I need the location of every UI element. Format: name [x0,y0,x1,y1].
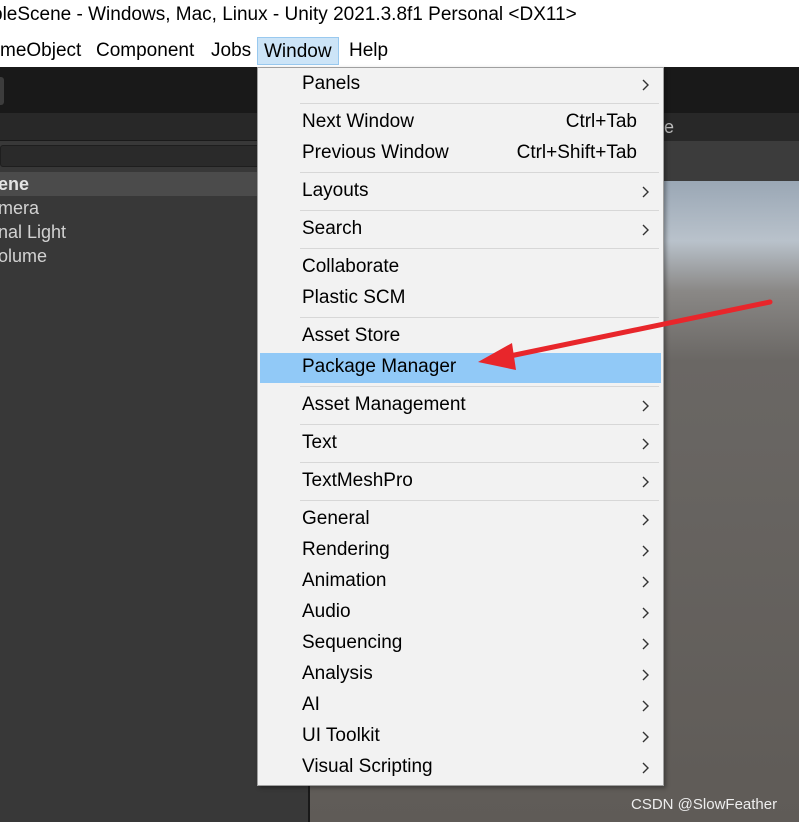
menu-item-asset-management[interactable]: Asset Management [260,391,661,421]
window-title: pleScene - Windows, Mac, Linux - Unity 2… [0,4,577,25]
chevron-right-icon [642,576,649,588]
menu-item-ui-toolkit[interactable]: UI Toolkit [260,722,661,752]
chevron-right-icon [642,514,649,526]
menu-item-label: AI [302,694,320,715]
menu-item-label: Text [302,432,337,453]
chevron-right-icon [642,545,649,557]
menu-item-audio[interactable]: Audio [260,598,661,628]
watermark: CSDN @SlowFeather [631,796,778,813]
chevron-right-icon [642,762,649,774]
menu-item-sequencing[interactable]: Sequencing [260,629,661,659]
menu-item-next-window[interactable]: Next Window Ctrl+Tab [260,108,661,138]
chevron-right-icon [642,186,649,198]
menu-item-visual-scripting[interactable]: Visual Scripting [260,753,661,783]
menu-separator [300,103,659,104]
menu-item-panels[interactable]: Panels [260,70,661,100]
toolbar-button[interactable] [0,77,4,105]
menu-component[interactable]: Component [90,37,200,65]
menu-item-collaborate[interactable]: Collaborate [260,253,661,283]
chevron-right-icon [642,731,649,743]
menu-item-label: Asset Store [302,325,401,346]
menu-item-rendering[interactable]: Rendering [260,536,661,566]
chevron-right-icon [642,438,649,450]
menu-item-shortcut: Ctrl+Tab [565,111,637,132]
hierarchy-row-label: nal Light [0,222,67,242]
menu-item-label: Previous Window [302,142,449,163]
hierarchy-row-label: ene [0,174,30,194]
menu-separator [300,424,659,425]
menu-item-label: Plastic SCM [302,287,406,308]
chevron-right-icon [642,607,649,619]
title-bar: pleScene - Windows, Mac, Linux - Unity 2… [0,0,799,34]
menu-item-label: Asset Management [302,394,466,415]
menu-item-text[interactable]: Text [260,429,661,459]
window-menu-dropdown: Panels Next Window Ctrl+Tab Previous Win… [257,67,664,786]
chevron-right-icon [642,700,649,712]
menu-separator [300,500,659,501]
menu-separator [300,386,659,387]
menu-item-label: Sequencing [302,632,403,653]
chevron-right-icon [642,476,649,488]
menu-separator [300,248,659,249]
menu-item-label: Analysis [302,663,373,684]
menu-item-animation[interactable]: Animation [260,567,661,597]
menu-item-asset-store[interactable]: Asset Store [260,322,661,352]
menu-item-label: UI Toolkit [302,725,380,746]
menu-separator [300,172,659,173]
menu-separator [300,317,659,318]
scene-tab-label[interactable]: e [664,117,674,138]
chevron-right-icon [642,638,649,650]
hierarchy-search-input[interactable] [0,145,300,167]
menu-item-label: Panels [302,73,361,94]
menu-item-previous-window[interactable]: Previous Window Ctrl+Shift+Tab [260,139,661,169]
menu-separator [300,462,659,463]
menu-item-general[interactable]: General [260,505,661,535]
chevron-right-icon [642,669,649,681]
menu-item-layouts[interactable]: Layouts [260,177,661,207]
menu-item-textmeshpro[interactable]: TextMeshPro [260,467,661,497]
menu-gameobject[interactable]: meObject [0,37,87,65]
menu-item-plastic-scm[interactable]: Plastic SCM [260,284,661,314]
hierarchy-row-label: mera [0,198,40,218]
hierarchy-row-label: olume [0,246,48,266]
menu-item-label: Rendering [302,539,390,560]
menu-item-package-manager[interactable]: Package Manager [260,353,661,383]
menu-item-label: Next Window [302,111,414,132]
menu-item-label: Visual Scripting [302,756,433,777]
chevron-right-icon [642,224,649,236]
menu-separator [300,210,659,211]
menu-item-label: TextMeshPro [302,470,413,491]
menu-jobs[interactable]: Jobs [205,37,257,65]
menu-window[interactable]: Window [257,37,339,65]
chevron-right-icon [642,400,649,412]
menu-item-label: Collaborate [302,256,400,277]
menu-item-label: Search [302,218,363,239]
menu-help[interactable]: Help [343,37,394,65]
menu-item-search[interactable]: Search [260,215,661,245]
menu-item-label: Animation [302,570,387,591]
chevron-right-icon [642,79,649,91]
menu-item-ai[interactable]: AI [260,691,661,721]
menu-item-label: General [302,508,370,529]
menu-item-label: Layouts [302,180,369,201]
menu-item-analysis[interactable]: Analysis [260,660,661,690]
menu-item-label: Package Manager [302,356,457,377]
menu-item-shortcut: Ctrl+Shift+Tab [516,142,637,163]
menu-bar: meObject Component Jobs Window Help [0,34,799,67]
menu-item-label: Audio [302,601,351,622]
